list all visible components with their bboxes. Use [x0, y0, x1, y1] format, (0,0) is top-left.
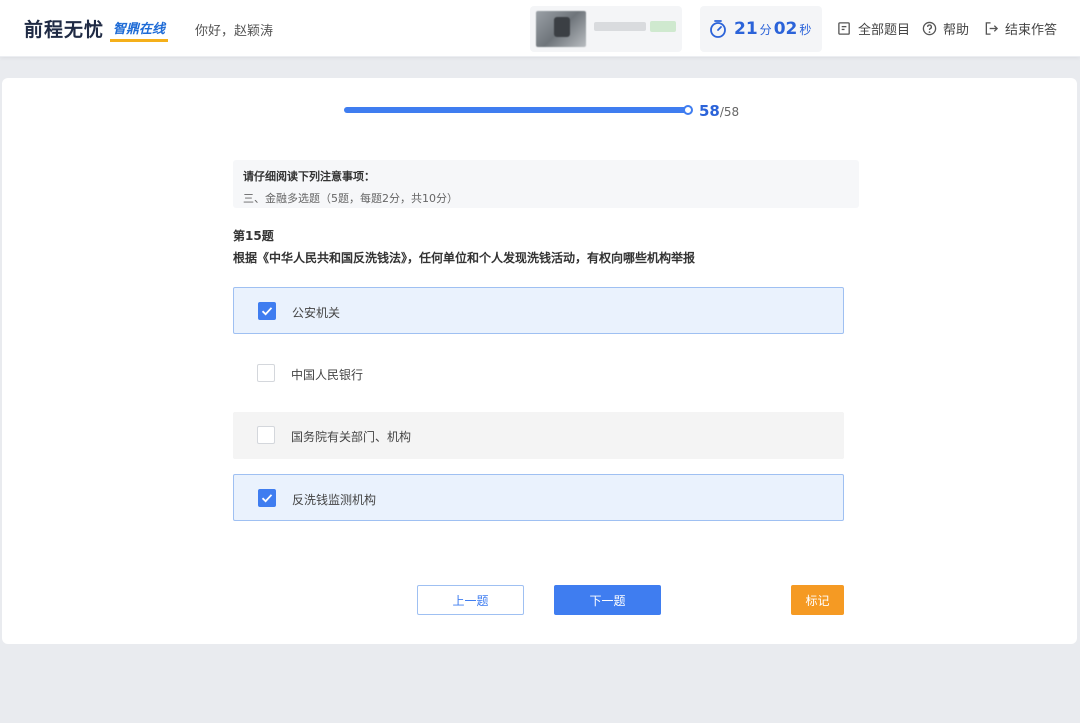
checkbox[interactable] [258, 489, 276, 507]
exit-icon [985, 22, 999, 35]
checkmark-icon [261, 307, 273, 316]
all-questions-label: 全部题目 [858, 23, 911, 38]
help-label: 帮助 [943, 23, 970, 38]
notice-text: 三、金融多选题（5题，每题2分，共10分） [243, 192, 458, 205]
option-1[interactable]: 公安机关 [233, 287, 844, 334]
user-greeting: 你好，赵颖涛 [195, 24, 274, 39]
option-label: 中国人民银行 [291, 368, 364, 382]
checkbox[interactable] [257, 364, 275, 382]
timer-seconds-unit: 秒 [799, 23, 812, 37]
option-2[interactable]: 中国人民银行 [233, 350, 844, 397]
option-label: 公安机关 [292, 306, 341, 320]
all-questions-button[interactable]: 全部题目 [837, 19, 910, 38]
question-text: 根据《中华人民共和国反洗钱法》，任何单位和个人发现洗钱活动，有权向哪些机构举报 [233, 251, 696, 265]
checkmark-icon [261, 494, 273, 503]
checkbox[interactable] [257, 426, 275, 444]
user-info-redacted [594, 22, 646, 31]
question-number: 第15题 [233, 229, 274, 243]
notice-title: 请仔细阅读下列注意事项： [243, 170, 375, 183]
progress-knob [683, 105, 693, 115]
brand-logo: 前程无忧 [24, 19, 105, 41]
user-tag-redacted [650, 21, 676, 32]
notice-box: 请仔细阅读下列注意事项： 三、金融多选题（5题，每题2分，共10分） [233, 160, 859, 208]
next-question-button[interactable]: 下一题 [554, 585, 661, 615]
option-label: 国务院有关部门、机构 [291, 430, 412, 444]
progress-total: /58 [719, 105, 740, 119]
option-4[interactable]: 反洗钱监测机构 [233, 474, 844, 521]
avatar [536, 11, 586, 47]
mark-button[interactable]: 标记 [791, 585, 844, 615]
finish-label: 结束作答 [1005, 23, 1058, 38]
progress-count: 58/58 [699, 101, 739, 120]
option-3[interactable]: 国务院有关部门、机构 [233, 412, 844, 459]
checkbox[interactable] [258, 302, 276, 320]
edit-list-icon [838, 22, 850, 35]
finish-button[interactable]: 结束作答 [984, 19, 1057, 38]
timer-readout: 21 分 02 秒 [734, 19, 813, 39]
stopwatch-icon [710, 20, 726, 38]
top-header: 前程无忧 智鼎在线 你好，赵颖涛 21 分 02 秒 全部题目 帮助 结束作答 [0, 0, 1080, 57]
prev-question-button[interactable]: 上一题 [417, 585, 524, 615]
question-card: 58/58 请仔细阅读下列注意事项： 三、金融多选题（5题，每题2分，共10分）… [2, 78, 1077, 644]
option-label: 反洗钱监测机构 [292, 493, 377, 507]
timer-seconds: 02 [773, 19, 798, 39]
sub-brand-logo: 智鼎在线 [110, 17, 169, 42]
progress-bar [344, 107, 690, 113]
timer-minutes: 21 [734, 19, 758, 39]
help-button[interactable]: 帮助 [922, 19, 969, 38]
progress-fill [344, 107, 690, 113]
timer-minutes-unit: 分 [759, 23, 772, 37]
user-card [530, 6, 682, 52]
question-circle-icon [922, 21, 937, 36]
countdown-timer: 21 分 02 秒 [700, 6, 822, 52]
progress-current: 58 [699, 102, 720, 120]
